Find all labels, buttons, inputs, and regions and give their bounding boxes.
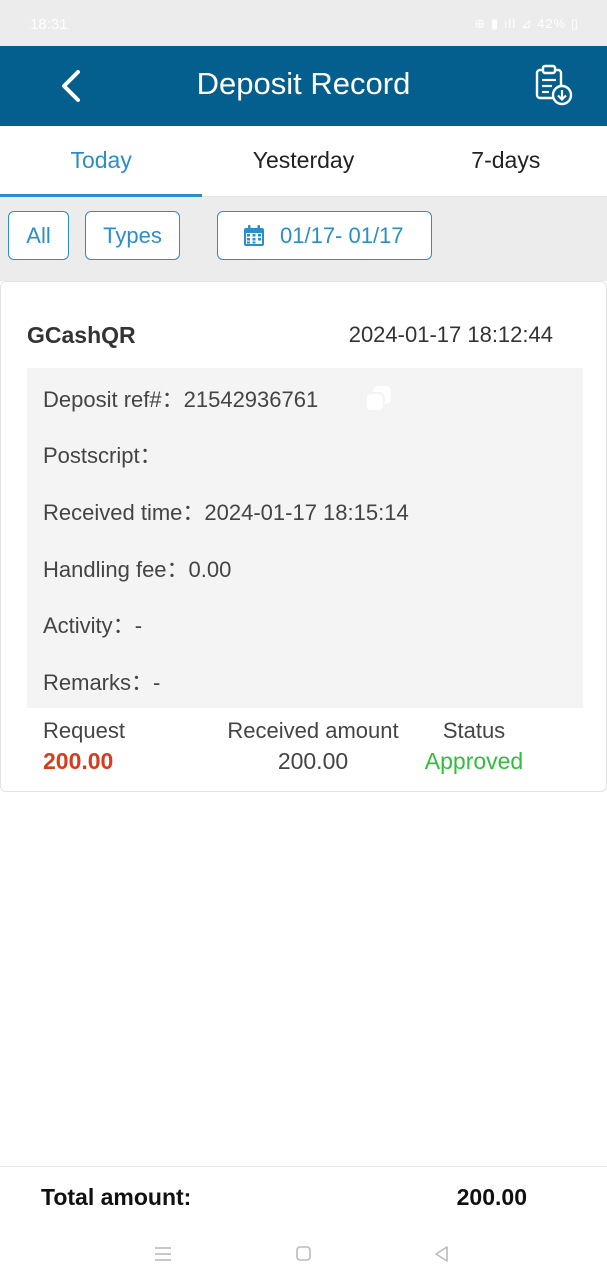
record-details: Deposit ref#：21542936761 Postscript： Rec… bbox=[27, 368, 583, 708]
tab-today[interactable]: Today bbox=[0, 126, 203, 197]
menu-icon[interactable] bbox=[150, 1242, 176, 1266]
status-column: Status Approved bbox=[419, 718, 529, 775]
detail-value: - bbox=[134, 613, 143, 638]
deposit-record-card[interactable]: GCashQR 2024-01-17 18:12:44 Deposit ref#… bbox=[0, 281, 607, 792]
deposit-record-screen: 18:31 ⊕ ▮ ıll ⊿ 42% ▯ Deposit Record Tod… bbox=[0, 0, 607, 1280]
status-time: 18:31 bbox=[30, 16, 68, 33]
detail-received-time: Received time：2024-01-17 18:15:14 bbox=[43, 495, 409, 527]
filter-types-button[interactable]: Types bbox=[85, 211, 180, 260]
request-amount: 200.00 bbox=[43, 748, 114, 774]
date-range-button[interactable]: 01/17- 01/17 bbox=[217, 211, 432, 260]
request-column: Request 200.00 bbox=[43, 718, 125, 775]
filter-all-button[interactable]: All bbox=[8, 211, 69, 260]
header-bar: Deposit Record bbox=[0, 46, 607, 126]
page-title: Deposit Record bbox=[196, 66, 411, 101]
received-column: Received amount 200.00 bbox=[219, 718, 407, 775]
detail-label: Activity： bbox=[43, 613, 135, 638]
detail-handling-fee: Handling fee：0.00 bbox=[43, 552, 231, 584]
total-bar: Total amount: 200.00 bbox=[0, 1166, 607, 1228]
date-tabs: Today Yesterday 7-days bbox=[0, 126, 607, 197]
received-amount-label: Received amount bbox=[227, 718, 399, 743]
status-bar: 18:31 ⊕ ▮ ıll ⊿ 42% ▯ bbox=[0, 0, 607, 46]
detail-value: 0.00 bbox=[188, 557, 232, 582]
copy-icon[interactable] bbox=[362, 382, 396, 416]
total-amount-label: Total amount: bbox=[41, 1184, 192, 1210]
detail-label: Handling fee： bbox=[43, 557, 189, 582]
record-time: 2024-01-17 18:12:44 bbox=[348, 322, 553, 347]
detail-label: Remarks： bbox=[43, 670, 154, 695]
received-amount: 200.00 bbox=[277, 748, 349, 774]
clipboard-download-icon bbox=[535, 64, 573, 106]
detail-remarks: Remarks：- bbox=[43, 665, 160, 697]
status-badge: Approved bbox=[424, 748, 524, 774]
detail-label: Postscript： bbox=[43, 443, 162, 468]
export-record-button[interactable] bbox=[531, 64, 575, 108]
back-triangle-icon[interactable] bbox=[428, 1242, 454, 1266]
detail-value[interactable]: 21542936761 bbox=[184, 387, 319, 412]
tab-yesterday[interactable]: Yesterday bbox=[202, 126, 404, 196]
status-label: Status bbox=[442, 718, 506, 743]
filter-bar: All Types 01/17- 01/17 bbox=[0, 197, 607, 281]
status-icons: ⊕ ▮ ıll ⊿ 42% ▯ bbox=[474, 16, 579, 31]
detail-activity: Activity：- bbox=[43, 608, 142, 640]
detail-deposit-ref: Deposit ref#：21542936761 bbox=[43, 382, 318, 414]
detail-label: Received time： bbox=[43, 500, 205, 525]
detail-value: - bbox=[153, 670, 161, 695]
payment-method: GCashQR bbox=[27, 322, 136, 348]
detail-value: 2024-01-17 18:15:14 bbox=[204, 500, 409, 525]
date-range-label: 01/17- 01/17 bbox=[280, 222, 404, 248]
tab-7-days[interactable]: 7-days bbox=[405, 126, 607, 196]
system-nav-bar bbox=[0, 1228, 607, 1280]
home-icon[interactable] bbox=[290, 1242, 316, 1266]
calendar-icon bbox=[244, 224, 264, 246]
detail-label: Deposit ref#： bbox=[43, 387, 184, 412]
request-label: Request bbox=[43, 718, 125, 743]
detail-postscript: Postscript： bbox=[43, 438, 162, 470]
total-amount-value: 200.00 bbox=[456, 1184, 527, 1210]
